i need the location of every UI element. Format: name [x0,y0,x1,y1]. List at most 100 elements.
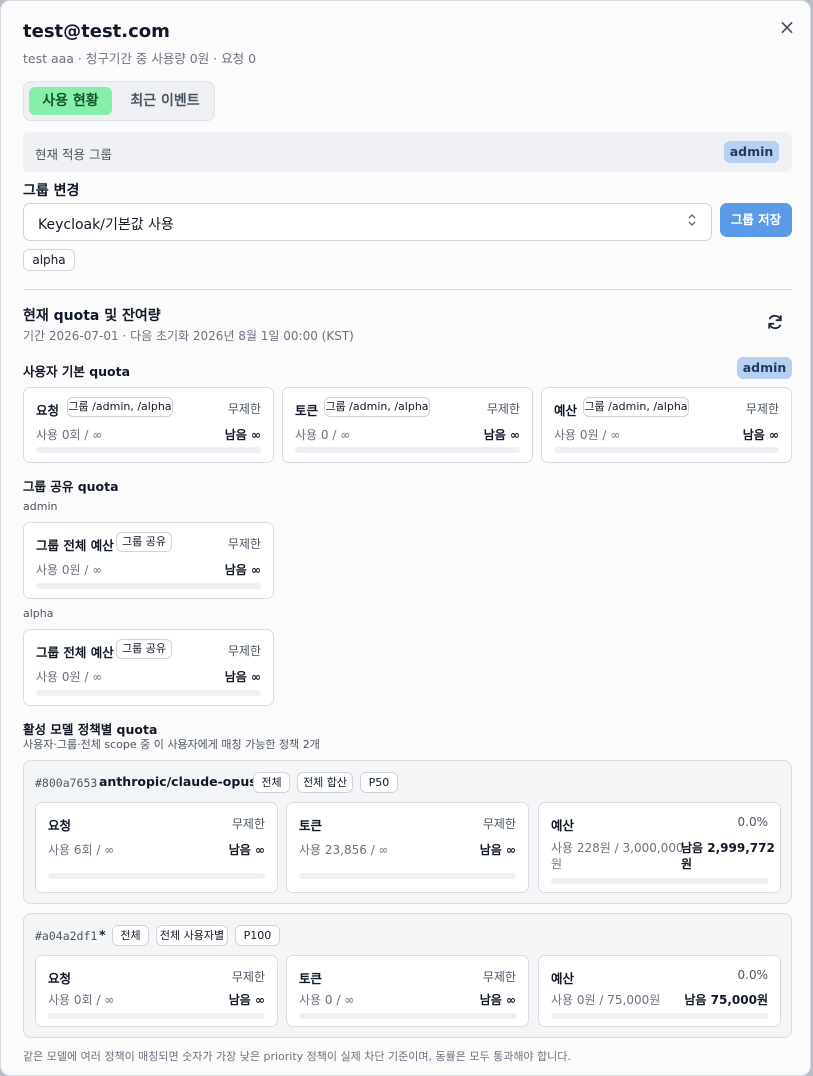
policy-model: anthropic/claude-opus-* [99,774,269,789]
card-usage: 사용 0회 / ∞ [36,428,103,442]
quota-card-request: 요청 그룹 /admin, /alpha 무제한 사용 0회 / ∞ 남음 ∞ [23,387,274,463]
policy-chip-mode: 전체 사용자별 [156,925,228,946]
card-label: 요청 [36,403,60,418]
card-label: 토큰 [295,403,319,418]
card-remaining: 남음 ∞ [742,428,779,442]
card-label: 요청 [48,971,72,986]
card-remaining: 남음 ∞ [479,993,516,1007]
card-remaining: 남음 75,000원 [684,993,768,1007]
policy-box-800a7653: #800a7653 anthropic/claude-opus-* 전체 전체 … [23,760,792,904]
card-usage: 사용 228원 / 3,000,000 [551,841,684,855]
card-remaining: 남음 ∞ [228,843,265,857]
card-limit: 무제한 [482,817,516,831]
current-group-label: 현재 적용 그룹 [35,147,112,162]
card-usage: 사용 0원 / ∞ [36,563,103,577]
card-usage: 사용 0 / ∞ [299,993,355,1007]
card-limit: 무제한 [231,817,265,831]
policy-chip-priority: P100 [235,925,280,946]
card-percent: 0.0% [737,968,769,982]
progress-bar [48,873,265,879]
group-budget-card-alpha: 그룹 전체 예산 그룹 공유 무제한 사용 0원 / ∞ 남음 ∞ [23,629,274,706]
policy-card-request: 요청 무제한 사용 0회 / ∞ 남음 ∞ [35,955,278,1027]
card-scope-chip: 그룹 공유 [116,639,172,659]
progress-bar [48,1013,265,1019]
progress-bar [551,1013,768,1019]
card-label: 예산 [551,818,575,833]
policy-quota-subheading: 사용자·그룹·전체 scope 중 이 사용자에게 매칭 가능한 정책 2개 [23,738,320,751]
progress-bar [299,1013,516,1019]
policy-chip-priority: P50 [360,772,398,793]
close-icon[interactable]: × [777,17,797,37]
tab-recent-events[interactable]: 최근 이벤트 [119,87,211,115]
card-label: 그룹 전체 예산 [36,645,114,660]
current-group-badge: admin [724,141,779,163]
card-limit: 무제한 [231,970,265,984]
card-remaining: 남음 ∞ [224,563,261,577]
modal-subtitle: test aaa · 청구기간 중 사용량 0원 · 요청 0 [23,51,257,66]
card-limit: 무제한 [486,402,520,416]
card-remaining: 남음 ∞ [479,843,516,857]
card-remaining: 남음 ∞ [483,428,520,442]
card-label: 토큰 [299,971,323,986]
card-usage: 사용 0원 / ∞ [554,428,621,442]
card-scope-chip: 그룹 /admin, /alpha [583,397,689,417]
card-limit: 무제한 [227,402,261,416]
card-limit: 무제한 [227,537,261,551]
tab-bar: 사용 현황 최근 이벤트 [23,81,215,121]
progress-bar [295,447,520,453]
card-usage: 사용 6회 / ∞ [48,843,115,857]
card-usage: 사용 23,856 / ∞ [299,843,389,857]
card-usage: 사용 0원 / 75,000원 [551,993,661,1007]
policy-id: #a04a2df1 [35,929,98,943]
group-shared-quota-heading: 그룹 공유 quota [23,479,119,494]
card-remaining: 남음 ∞ [224,428,261,442]
progress-bar [36,690,261,696]
save-group-button[interactable]: 그룹 저장 [720,203,792,237]
card-usage: 사용 0원 / ∞ [36,670,103,684]
policy-chip-scope: 전체 [253,772,290,793]
tab-usage[interactable]: 사용 현황 [29,87,112,115]
policy-card-request: 요청 무제한 사용 6회 / ∞ 남음 ∞ [35,802,278,893]
card-remaining: 남음 2,999,772 [681,841,775,855]
card-usage: 사용 0 / ∞ [295,428,351,442]
group-chip-alpha[interactable]: alpha [23,249,75,271]
card-remaining: 남음 ∞ [224,670,261,684]
policy-id: #800a7653 [35,776,98,790]
quota-period: 기간 2026-07-01 · 다음 초기화 2026년 8월 1일 00:00… [23,329,354,343]
policy-card-token: 토큰 무제한 사용 0 / ∞ 남음 ∞ [286,955,529,1027]
card-label: 그룹 전체 예산 [36,538,114,553]
card-usage: 사용 0회 / ∞ [48,993,115,1007]
card-scope-chip: 그룹 /admin, /alpha [67,397,173,417]
card-remaining: 남음 ∞ [228,993,265,1007]
policy-card-budget: 예산 0.0% 사용 228원 / 3,000,000 원 남음 2,999,7… [538,802,781,893]
policy-box-a04a2df1: #a04a2df1 * 전체 전체 사용자별 P100 요청 무제한 사용 0회… [23,913,792,1038]
card-label: 토큰 [299,818,323,833]
card-limit: 무제한 [745,402,779,416]
group-select[interactable]: Keycloak/기본값 사용 [23,203,712,241]
card-limit: 무제한 [482,970,516,984]
policy-model: * [99,927,106,942]
card-label: 요청 [48,818,72,833]
progress-bar [551,878,768,884]
group-budget-card-admin: 그룹 전체 예산 그룹 공유 무제한 사용 0원 / ∞ 남음 ∞ [23,522,274,599]
quota-heading: 현재 quota 및 잔여량 [23,308,161,324]
quota-card-token: 토큰 그룹 /admin, /alpha 무제한 사용 0 / ∞ 남음 ∞ [282,387,533,463]
refresh-icon[interactable] [765,312,785,332]
user-quota-modal: test@test.com test aaa · 청구기간 중 사용량 0원 ·… [0,0,811,1076]
policy-card-token: 토큰 무제한 사용 23,856 / ∞ 남음 ∞ [286,802,529,893]
policy-card-budget: 예산 0.0% 사용 0원 / 75,000원 남음 75,000원 [538,955,781,1027]
group-name-admin: admin [23,500,58,513]
card-scope-chip: 그룹 /admin, /alpha [324,397,430,417]
chevron-up-down-icon [687,212,697,229]
card-label: 예산 [551,971,575,986]
progress-bar [299,873,516,879]
modal-title: test@test.com [23,21,170,42]
group-name-alpha: alpha [23,607,54,620]
user-default-quota-heading: 사용자 기본 quota [23,364,131,379]
divider [23,289,792,290]
card-usage-unit: 원 [551,857,563,871]
card-scope-chip: 그룹 공유 [116,532,172,552]
user-default-badge: admin [737,357,792,379]
footer-note: 같은 모델에 여러 정책이 매칭되면 숫자가 가장 낮은 priority 정책… [23,1050,571,1063]
current-group-bar: 현재 적용 그룹 admin [23,132,792,172]
